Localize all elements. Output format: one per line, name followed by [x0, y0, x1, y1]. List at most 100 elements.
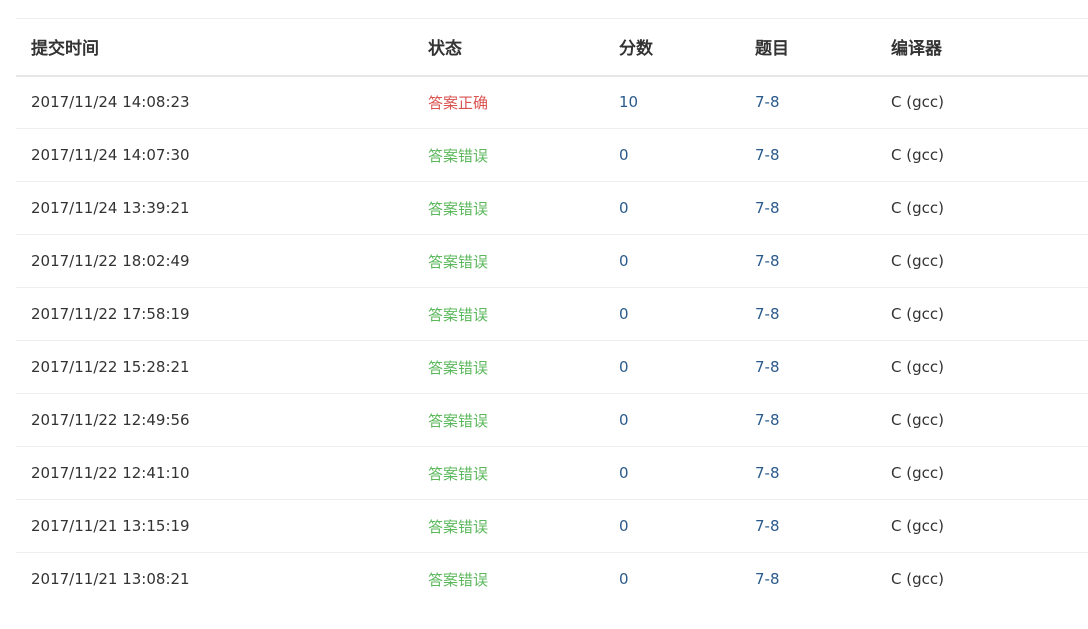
- score-link[interactable]: 0: [619, 464, 629, 482]
- problem-link[interactable]: 7-8: [755, 252, 780, 270]
- compiler-cell: C (gcc): [891, 570, 944, 589]
- table-row: 2017/11/22 18:02:49 答案错误 0 7-8 C (gcc): [16, 235, 1088, 288]
- status-link[interactable]: 答案错误: [428, 412, 488, 430]
- submit-time-cell: 2017/11/22 17:58:19: [16, 288, 413, 341]
- compiler-cell: C (gcc): [876, 394, 1088, 447]
- score-cell: 0: [604, 341, 740, 394]
- compiler-cell: C (gcc): [876, 76, 1088, 129]
- compiler-cell: C (gcc): [876, 129, 1088, 182]
- compiler-cell: C (gcc): [891, 252, 944, 270]
- problem-link[interactable]: 7-8: [755, 411, 780, 429]
- status-link[interactable]: 答案错误: [428, 306, 488, 324]
- table-row: 2017/11/24 13:39:21 答案错误 0 7-8 C (gcc): [16, 182, 1088, 235]
- problem-link[interactable]: 7-8: [755, 570, 780, 588]
- problem-link[interactable]: 7-8: [755, 93, 780, 111]
- problem-cell: 7-8: [740, 182, 876, 235]
- score-link[interactable]: 0: [619, 411, 629, 429]
- header-submit-time: 提交时间: [31, 39, 99, 60]
- table-header-row: 提交时间 状态 分数 题目 编译器: [16, 18, 1088, 76]
- score-cell: 0: [604, 553, 740, 606]
- compiler-cell: C (gcc): [891, 199, 944, 217]
- score-cell: 0: [604, 129, 740, 182]
- problem-link[interactable]: 7-8: [755, 305, 780, 323]
- compiler-cell: C (gcc): [876, 235, 1088, 288]
- compiler-cell: C (gcc): [876, 553, 1088, 606]
- submit-time-cell: 2017/11/24 14:08:23: [16, 76, 413, 129]
- status-link[interactable]: 答案错误: [428, 465, 488, 483]
- status-cell: 答案错误: [413, 182, 604, 235]
- problem-cell: 7-8: [740, 447, 876, 500]
- table-row: 2017/11/22 15:28:21 答案错误 0 7-8 C (gcc): [16, 341, 1088, 394]
- submit-time-cell: 2017/11/21 13:08:21: [16, 553, 413, 606]
- score-cell: 10: [604, 76, 740, 129]
- score-link[interactable]: 10: [619, 93, 638, 111]
- compiler-cell: C (gcc): [876, 341, 1088, 394]
- problem-cell: 7-8: [740, 341, 876, 394]
- header-compiler: 编译器: [891, 39, 942, 60]
- table-row: 2017/11/24 14:08:23 答案正确 10 7-8 C (gcc): [16, 76, 1088, 129]
- table-header: 提交时间 状态 分数 题目 编译器: [16, 18, 1088, 76]
- status-link[interactable]: 答案错误: [428, 571, 488, 589]
- problem-link[interactable]: 7-8: [755, 199, 780, 217]
- submit-time-cell: 2017/11/22 18:02:49: [16, 235, 413, 288]
- submission-table: 提交时间 状态 分数 题目 编译器 2017/11/24 14:08:23 答案正…: [16, 18, 1088, 606]
- score-cell: 0: [604, 182, 740, 235]
- problem-link[interactable]: 7-8: [755, 146, 780, 164]
- compiler-cell: C (gcc): [891, 411, 944, 429]
- header-problem: 题目: [755, 39, 789, 60]
- status-cell: 答案错误: [413, 394, 604, 447]
- score-cell: 0: [604, 447, 740, 500]
- status-link[interactable]: 答案错误: [428, 253, 488, 271]
- problem-cell: 7-8: [740, 129, 876, 182]
- table-row: 2017/11/21 13:15:19 答案错误 0 7-8 C (gcc): [16, 500, 1088, 553]
- header-status: 状态: [428, 39, 462, 60]
- score-link[interactable]: 0: [619, 358, 629, 376]
- status-link[interactable]: 答案正确: [428, 94, 488, 112]
- score-link[interactable]: 0: [619, 199, 629, 217]
- submit-time-cell: 2017/11/22 15:28:21: [16, 341, 413, 394]
- status-link[interactable]: 答案错误: [428, 518, 488, 536]
- status-link[interactable]: 答案错误: [428, 359, 488, 377]
- problem-link[interactable]: 7-8: [755, 517, 780, 535]
- status-link[interactable]: 答案错误: [428, 147, 488, 165]
- status-cell: 答案正确: [413, 76, 604, 129]
- score-link[interactable]: 0: [619, 305, 629, 323]
- compiler-cell: C (gcc): [876, 288, 1088, 341]
- problem-cell: 7-8: [740, 235, 876, 288]
- compiler-cell: C (gcc): [876, 182, 1088, 235]
- status-cell: 答案错误: [413, 500, 604, 553]
- compiler-cell: C (gcc): [876, 500, 1088, 553]
- score-link[interactable]: 0: [619, 252, 629, 270]
- status-cell: 答案错误: [413, 553, 604, 606]
- submit-time-cell: 2017/11/21 13:15:19: [31, 517, 190, 535]
- score-link[interactable]: 0: [619, 570, 629, 588]
- compiler-cell: C (gcc): [891, 517, 944, 535]
- compiler-cell: C (gcc): [891, 464, 944, 482]
- problem-link[interactable]: 7-8: [755, 464, 780, 482]
- problem-cell: 7-8: [740, 76, 876, 129]
- table-row: 2017/11/22 17:58:19 答案错误 0 7-8 C (gcc): [16, 288, 1088, 341]
- problem-cell: 7-8: [740, 394, 876, 447]
- submit-time-cell: 2017/11/22 12:49:56: [31, 411, 190, 429]
- submit-time-cell: 2017/11/22 12:49:56: [16, 394, 413, 447]
- status-link[interactable]: 答案错误: [428, 200, 488, 218]
- submit-time-cell: 2017/11/21 13:15:19: [16, 500, 413, 553]
- submit-time-cell: 2017/11/21 13:08:21: [31, 570, 190, 589]
- score-cell: 0: [604, 394, 740, 447]
- problem-link[interactable]: 7-8: [755, 358, 780, 376]
- status-cell: 答案错误: [413, 447, 604, 500]
- score-link[interactable]: 0: [619, 146, 629, 164]
- status-cell: 答案错误: [413, 341, 604, 394]
- submit-time-cell: 2017/11/22 17:58:19: [31, 305, 190, 323]
- compiler-cell: C (gcc): [891, 93, 944, 112]
- score-link[interactable]: 0: [619, 517, 629, 535]
- submit-time-cell: 2017/11/22 15:28:21: [31, 358, 190, 376]
- status-cell: 答案错误: [413, 235, 604, 288]
- submit-time-cell: 2017/11/24 14:07:30: [16, 129, 413, 182]
- score-cell: 0: [604, 288, 740, 341]
- problem-cell: 7-8: [740, 553, 876, 606]
- compiler-cell: C (gcc): [876, 447, 1088, 500]
- submit-time-cell: 2017/11/24 13:39:21: [31, 199, 190, 217]
- submit-time-cell: 2017/11/22 12:41:10: [31, 464, 190, 482]
- problem-cell: 7-8: [740, 500, 876, 553]
